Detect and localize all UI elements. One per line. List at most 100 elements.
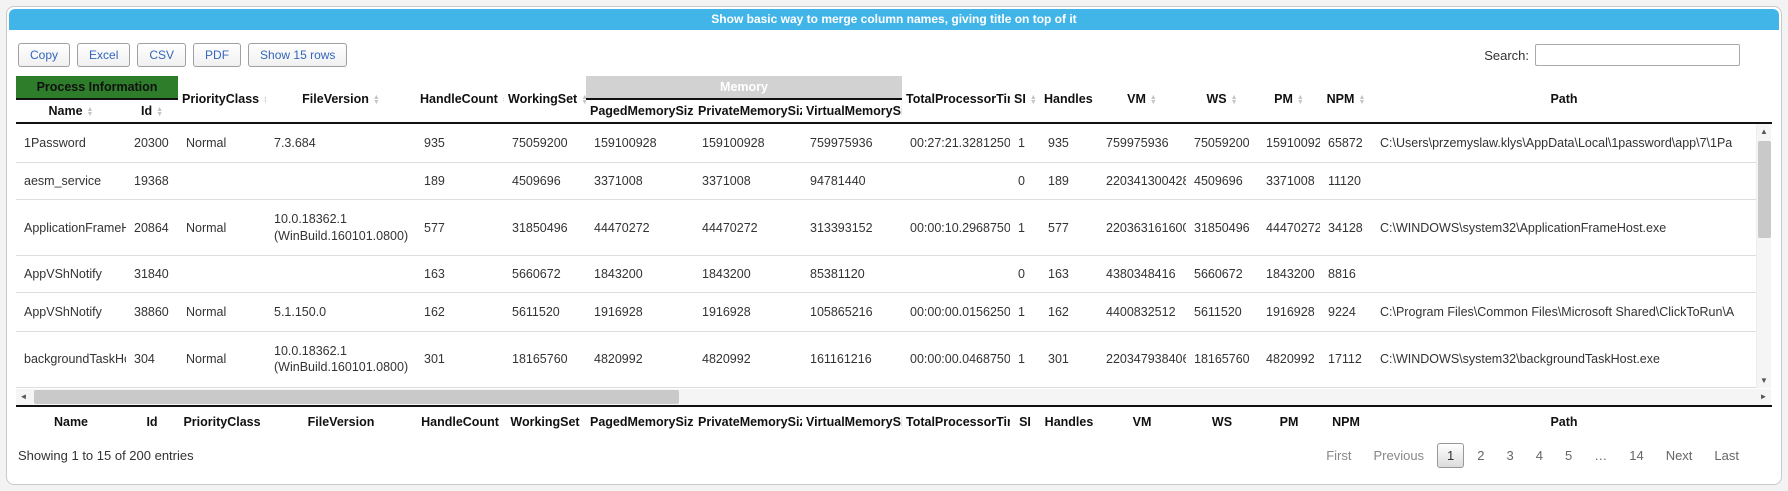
column-header-ws[interactable]: WS▲▼ — [1186, 76, 1258, 122]
datatable-content: Copy Excel CSV PDF Show 15 rows Search: Proc… — [7, 30, 1781, 484]
cell-ws: 31850496 — [1186, 200, 1258, 256]
scroll-left-icon[interactable]: ◄ — [16, 389, 31, 405]
cell-priorityclass: Normal — [178, 124, 266, 163]
cell-npm: 9224 — [1320, 292, 1372, 331]
cell-si: 1 — [1010, 124, 1040, 163]
page-14[interactable]: 14 — [1620, 444, 1652, 467]
page-5[interactable]: 5 — [1556, 444, 1581, 467]
cell-ws: 5660672 — [1186, 255, 1258, 292]
column-header-pm[interactable]: PM▲▼ — [1258, 76, 1320, 122]
group-header-process-information: Process Information — [16, 76, 178, 99]
cell-virtualmemorysize: 105865216 — [802, 292, 902, 331]
column-header-vm[interactable]: VM▲▼ — [1098, 76, 1186, 122]
column-header-pagedmemorysize[interactable]: PagedMemorySize▲▼ — [586, 99, 694, 122]
column-header-path[interactable]: Path — [1372, 76, 1756, 122]
horizontal-scrollbar-thumb[interactable] — [34, 390, 679, 404]
column-header-handles[interactable]: Handles▲▼ — [1040, 76, 1098, 122]
cell-handles: 162 — [1040, 292, 1098, 331]
footer-col-id: Id — [126, 407, 178, 437]
pdf-button[interactable]: PDF — [193, 43, 241, 67]
sort-icon: ▲▼ — [263, 95, 266, 105]
column-header-si[interactable]: SI▲▼ — [1010, 76, 1040, 122]
toolbar: Copy Excel CSV PDF Show 15 rows Search: — [16, 30, 1772, 76]
cell-path: C:\Users\przemyslaw.klys\AppData\Local\1… — [1372, 124, 1756, 163]
cell-totalprocessortime: 00:00:00.0468750 — [902, 332, 1010, 388]
cell-si: 1 — [1010, 200, 1040, 256]
cell-handles: 577 — [1040, 200, 1098, 256]
cell-virtualmemorysize: 313393152 — [802, 200, 902, 256]
page-previous[interactable]: Previous — [1364, 444, 1433, 467]
sort-icon: ▲▼ — [1358, 95, 1365, 105]
scroll-down-icon[interactable]: ▼ — [1757, 373, 1771, 388]
search-input[interactable] — [1535, 44, 1740, 66]
copy-button[interactable]: Copy — [18, 43, 70, 67]
cell-pagedmemorysize: 159100928 — [586, 124, 694, 163]
cell-privatememorysize: 1843200 — [694, 255, 802, 292]
cell-npm: 17112 — [1320, 332, 1372, 388]
column-header-virtualmemorysize[interactable]: VirtualMemorySize▲▼ — [802, 99, 902, 122]
page-first[interactable]: First — [1317, 444, 1360, 467]
column-header-name[interactable]: Name▲▼ — [16, 99, 126, 122]
column-header-npm[interactable]: NPM▲▼ — [1320, 76, 1372, 122]
cell-vm: 2203631616000 — [1098, 200, 1186, 256]
footer-col-virtualmemorysize: VirtualMemorySize — [802, 407, 902, 437]
show-15-rows-button[interactable]: Show 15 rows — [248, 43, 347, 67]
column-header-totalprocessortime[interactable]: TotalProcessorTime▲▼ — [902, 76, 1010, 122]
page-ellipsis: … — [1585, 444, 1616, 467]
page-2[interactable]: 2 — [1468, 444, 1493, 467]
cell-priorityclass: Normal — [178, 332, 266, 388]
table-row: 1Password20300Normal7.3.6849357505920015… — [16, 124, 1756, 163]
cell-npm: 65872 — [1320, 124, 1372, 163]
cell-id: 20864 — [126, 200, 178, 256]
column-header-id[interactable]: Id▲▼ — [126, 99, 178, 122]
cell-totalprocessortime — [902, 163, 1010, 200]
excel-button[interactable]: Excel — [77, 43, 130, 67]
sort-icon: ▲▼ — [1030, 95, 1037, 105]
scroll-up-icon[interactable]: ▲ — [1757, 124, 1771, 139]
cell-virtualmemorysize: 94781440 — [802, 163, 902, 200]
column-header-handlecount[interactable]: HandleCount▲▼ — [416, 76, 504, 122]
table-row: ApplicationFrameHost20864Normal10.0.1836… — [16, 200, 1756, 256]
cell-fileversion: 5.1.150.0 — [266, 292, 416, 331]
csv-button[interactable]: CSV — [137, 43, 186, 67]
page-4[interactable]: 4 — [1527, 444, 1552, 467]
horizontal-scrollbar[interactable]: ◄ ► — [16, 389, 1771, 405]
table-row: AppVShNotify38860Normal5.1.150.016256115… — [16, 292, 1756, 331]
sort-icon: ▲▼ — [1297, 95, 1304, 105]
cell-handlecount: 189 — [416, 163, 504, 200]
cell-virtualmemorysize: 759975936 — [802, 124, 902, 163]
page-3[interactable]: 3 — [1498, 444, 1523, 467]
page-title: Show basic way to merge column names, gi… — [9, 9, 1779, 30]
cell-pagedmemorysize: 44470272 — [586, 200, 694, 256]
page-1[interactable]: 1 — [1437, 443, 1464, 468]
cell-handles: 301 — [1040, 332, 1098, 388]
cell-pm: 3371008 — [1258, 163, 1320, 200]
footer-col-pm: PM — [1258, 407, 1320, 437]
cell-id: 19368 — [126, 163, 178, 200]
page-last[interactable]: Last — [1705, 444, 1748, 467]
sort-icon: ▲▼ — [502, 95, 504, 105]
cell-fileversion — [266, 163, 416, 200]
cell-handles: 935 — [1040, 124, 1098, 163]
cell-pagedmemorysize: 4820992 — [586, 332, 694, 388]
column-header-workingset[interactable]: WorkingSet▲▼ — [504, 76, 586, 122]
cell-vm: 2203479384064 — [1098, 332, 1186, 388]
column-header-privatememorysize[interactable]: PrivateMemorySize▲▼ — [694, 99, 802, 122]
page-next[interactable]: Next — [1657, 444, 1702, 467]
sort-icon: ▲▼ — [581, 95, 586, 105]
cell-fileversion — [266, 255, 416, 292]
vertical-scrollbar-thumb[interactable] — [1758, 141, 1771, 238]
column-header-fileversion[interactable]: FileVersion▲▼ — [266, 76, 416, 122]
table-row: AppVShNotify3184016356606721843200184320… — [16, 255, 1756, 292]
vertical-scrollbar[interactable]: ▲ ▼ — [1756, 124, 1771, 388]
column-header-priorityclass[interactable]: PriorityClass▲▼ — [178, 76, 266, 122]
footer-col-totalprocessortime: TotalProcessorTime — [902, 407, 1010, 437]
cell-vm: 2203413004288 — [1098, 163, 1186, 200]
cell-workingset: 4509696 — [504, 163, 586, 200]
search-label: Search: — [1484, 48, 1529, 63]
cell-name: aesm_service — [16, 163, 126, 200]
cell-name: 1Password — [16, 124, 126, 163]
scroll-right-icon[interactable]: ► — [1756, 389, 1771, 405]
cell-fileversion: 10.0.18362.1 (WinBuild.160101.0800) — [266, 332, 416, 388]
cell-si: 1 — [1010, 292, 1040, 331]
